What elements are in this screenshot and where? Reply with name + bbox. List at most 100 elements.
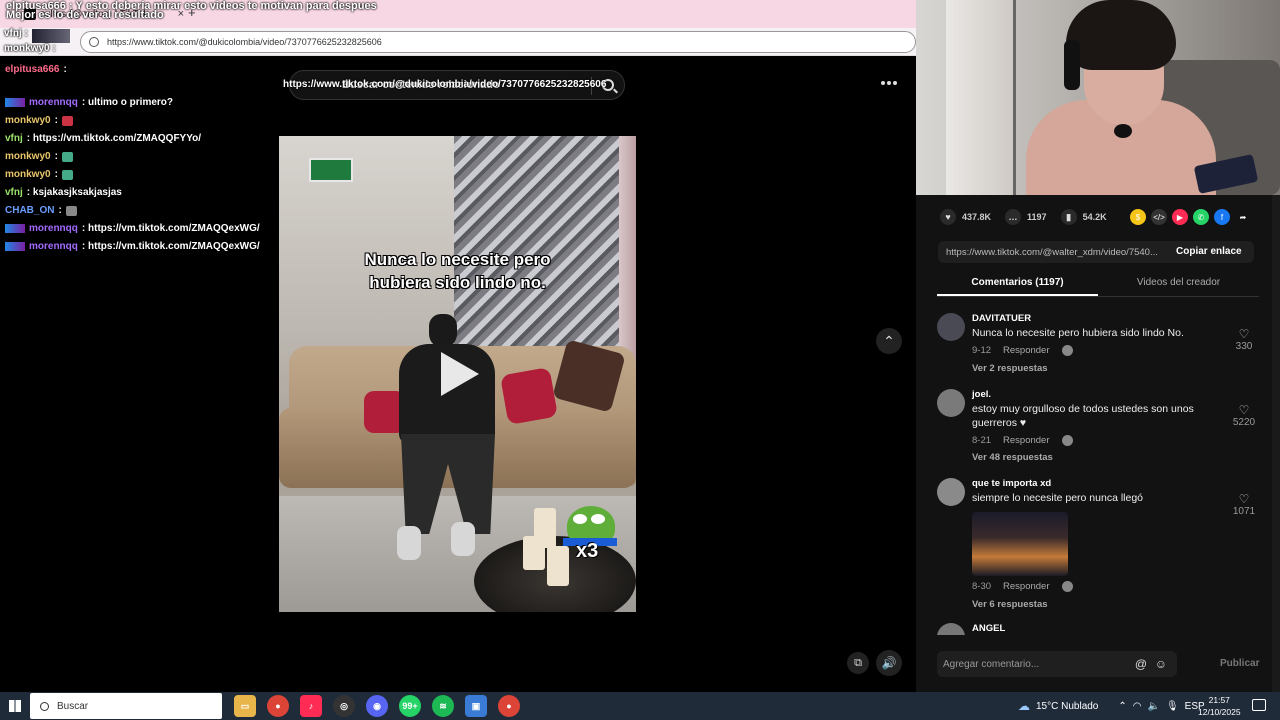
reply-button[interactable]: Responder [1003, 345, 1049, 356]
share-arrow-icon[interactable]: ➦ [1235, 209, 1251, 225]
chat-message: vfnj: ksjakasjksakjasjas [5, 187, 122, 198]
chat-message-text: : ultimo o primero? [81, 97, 173, 108]
chat-username[interactable]: vfnj [5, 133, 23, 144]
windows-start-button[interactable] [0, 692, 30, 720]
copy-link-button[interactable]: Copiar enlace [1176, 246, 1242, 257]
tab-creator-videos[interactable]: Videos del creador [1098, 275, 1259, 296]
tab-comments[interactable]: Comentarios (1197) [937, 275, 1098, 296]
comment-author[interactable]: joel. [972, 389, 991, 400]
chat-message: elpitusa666: [5, 64, 67, 75]
app-window-icon[interactable]: ▣ [465, 695, 487, 717]
creator-liked-avatar [1061, 581, 1073, 592]
browser-tab-strip: cultos (@cultos) | TikTok × + elpitusa66… [0, 0, 916, 28]
whatsapp-icon[interactable]: 99+ [399, 695, 421, 717]
volume-icon[interactable]: 🔊 [876, 650, 902, 676]
add-comment-input[interactable]: Agregar comentario... @ ☺ [937, 651, 1177, 677]
comment-date: 8-21 [972, 435, 992, 446]
chat-badge-icon [5, 224, 25, 233]
picture-in-picture-icon[interactable]: ⧉ [847, 652, 869, 674]
notification-icon[interactable] [1252, 699, 1266, 711]
play-icon[interactable] [441, 352, 479, 396]
reply-button[interactable]: Responder [1003, 581, 1049, 592]
comment-author[interactable]: que te importa xd [972, 478, 1051, 489]
facebook-icon[interactable]: f [1214, 209, 1230, 225]
wifi-icon[interactable]: ◠ [1133, 701, 1142, 712]
avatar[interactable] [937, 313, 965, 341]
clock[interactable]: 21:57 12/10/2025 [1198, 694, 1241, 718]
chat-username[interactable]: elpitusa666 [5, 64, 59, 75]
reply-button[interactable]: Responder [1003, 435, 1049, 446]
chat-username[interactable]: morennqq [29, 223, 78, 234]
comment-image[interactable] [972, 512, 1068, 576]
headset-icon [1064, 40, 1080, 90]
chrome-icon[interactable]: ● [267, 695, 289, 717]
dot-icon [887, 81, 891, 85]
chat-username[interactable]: morennqq [29, 97, 78, 108]
view-replies-button[interactable]: Ver 2 respuestas [972, 363, 1048, 374]
chat-message-text: : https://vm.tiktok.com/ZMAQQFYYo/ [26, 133, 202, 144]
video-player[interactable]: Nunca lo necesite pero hubiera sido lind… [279, 136, 636, 612]
chat-message: monkwy0: [5, 151, 73, 162]
heart-outline-icon[interactable]: ♡ [1229, 327, 1259, 341]
chrome-icon[interactable]: ● [498, 695, 520, 717]
stream-thumbnail [32, 29, 70, 43]
system-tray: ☁ 15°C Nublado ⌃ ◠ 🔈 🎙 ESP [1018, 692, 1205, 720]
site-info-icon[interactable] [89, 37, 99, 47]
scrollbar[interactable] [1272, 195, 1280, 692]
heart-outline-icon[interactable]: ♡ [1229, 492, 1259, 506]
spotify-icon[interactable]: ≋ [432, 695, 454, 717]
view-replies-button[interactable]: Ver 48 respuestas [972, 452, 1053, 463]
view-replies-button[interactable]: Ver 6 respuestas [972, 599, 1048, 610]
emoji-icon[interactable]: ☺ [1155, 657, 1167, 671]
chat-username[interactable]: monkwy0 [5, 151, 51, 162]
comment-text: Nunca lo necesite pero hubiera sido lind… [972, 327, 1184, 339]
chevron-up-icon[interactable]: ⌃ [876, 328, 902, 354]
chevron-up-icon[interactable]: ⌃ [1118, 701, 1126, 712]
publish-button[interactable]: Publicar [1220, 658, 1259, 669]
send-icon[interactable]: ▶ [1172, 209, 1188, 225]
volume-icon[interactable]: 🔈 [1148, 701, 1160, 712]
comment-item: ANGEL [937, 623, 1259, 635]
address-bar[interactable]: https://www.tiktok.com/@dukicolombia/vid… [80, 31, 916, 53]
coin-icon[interactable]: $ [1130, 209, 1146, 225]
chat-emote-icon [61, 169, 73, 180]
comment-like[interactable]: ♡ 330 [1229, 327, 1259, 352]
chat-username[interactable]: monkwy0 [5, 169, 51, 180]
heart-outline-icon[interactable]: ♡ [1229, 403, 1259, 417]
comment-like[interactable]: ♡ 1071 [1229, 492, 1259, 517]
webcam-feed [916, 0, 1280, 195]
whatsapp-icon[interactable]: ✆ [1193, 209, 1209, 225]
comment-like[interactable]: ♡ 5220 [1229, 403, 1259, 428]
discord-icon[interactable]: ◉ [366, 695, 388, 717]
avatar[interactable] [937, 478, 965, 506]
file-explorer-icon[interactable]: ▭ [234, 695, 256, 717]
tiktok-icon[interactable]: ♪ [300, 695, 322, 717]
chat-badge-icon [5, 242, 25, 251]
chat-message: morennqq: ultimo o primero? [5, 97, 173, 108]
add-comment-placeholder: Agregar comentario... [943, 658, 1040, 670]
side-tabs: Comentarios (1197) Videos del creador [937, 275, 1259, 297]
chat-username[interactable]: morennqq [29, 241, 78, 252]
chat-overlay-line: vfnj : [4, 28, 28, 39]
video-actions: ♥ 437.8K … 1197 ▮ 54.2K [940, 209, 1115, 225]
comment-icon[interactable]: … [1005, 209, 1022, 225]
comment-author[interactable]: DAVITATUER [972, 313, 1031, 324]
chat-username[interactable]: monkwy0 [5, 115, 51, 126]
chat-username[interactable]: CHAB_ON [5, 205, 54, 216]
mention-icon[interactable]: @ [1135, 657, 1147, 671]
avatar[interactable] [937, 389, 965, 417]
video-caption-line: hubiera sido lindo no. [369, 273, 546, 292]
weather-text[interactable]: 15°C Nublado [1036, 701, 1098, 712]
chat-username[interactable]: vfnj [5, 187, 23, 198]
heart-icon[interactable]: ♥ [940, 209, 956, 225]
bookmark-icon[interactable]: ▮ [1060, 209, 1077, 225]
chat-emote-icon [65, 205, 77, 216]
embed-icon[interactable]: </> [1151, 209, 1167, 225]
taskbar-search[interactable]: Buscar [30, 693, 222, 719]
obs-icon[interactable]: ◎ [333, 695, 355, 717]
comment-author[interactable]: ANGEL [972, 623, 1005, 634]
avatar[interactable] [937, 623, 965, 635]
more-options-button[interactable] [874, 72, 904, 94]
chat-message-text: : [54, 115, 58, 126]
chat-message: morennqq: https://vm.tiktok.com/ZMAQQexW… [5, 223, 260, 234]
